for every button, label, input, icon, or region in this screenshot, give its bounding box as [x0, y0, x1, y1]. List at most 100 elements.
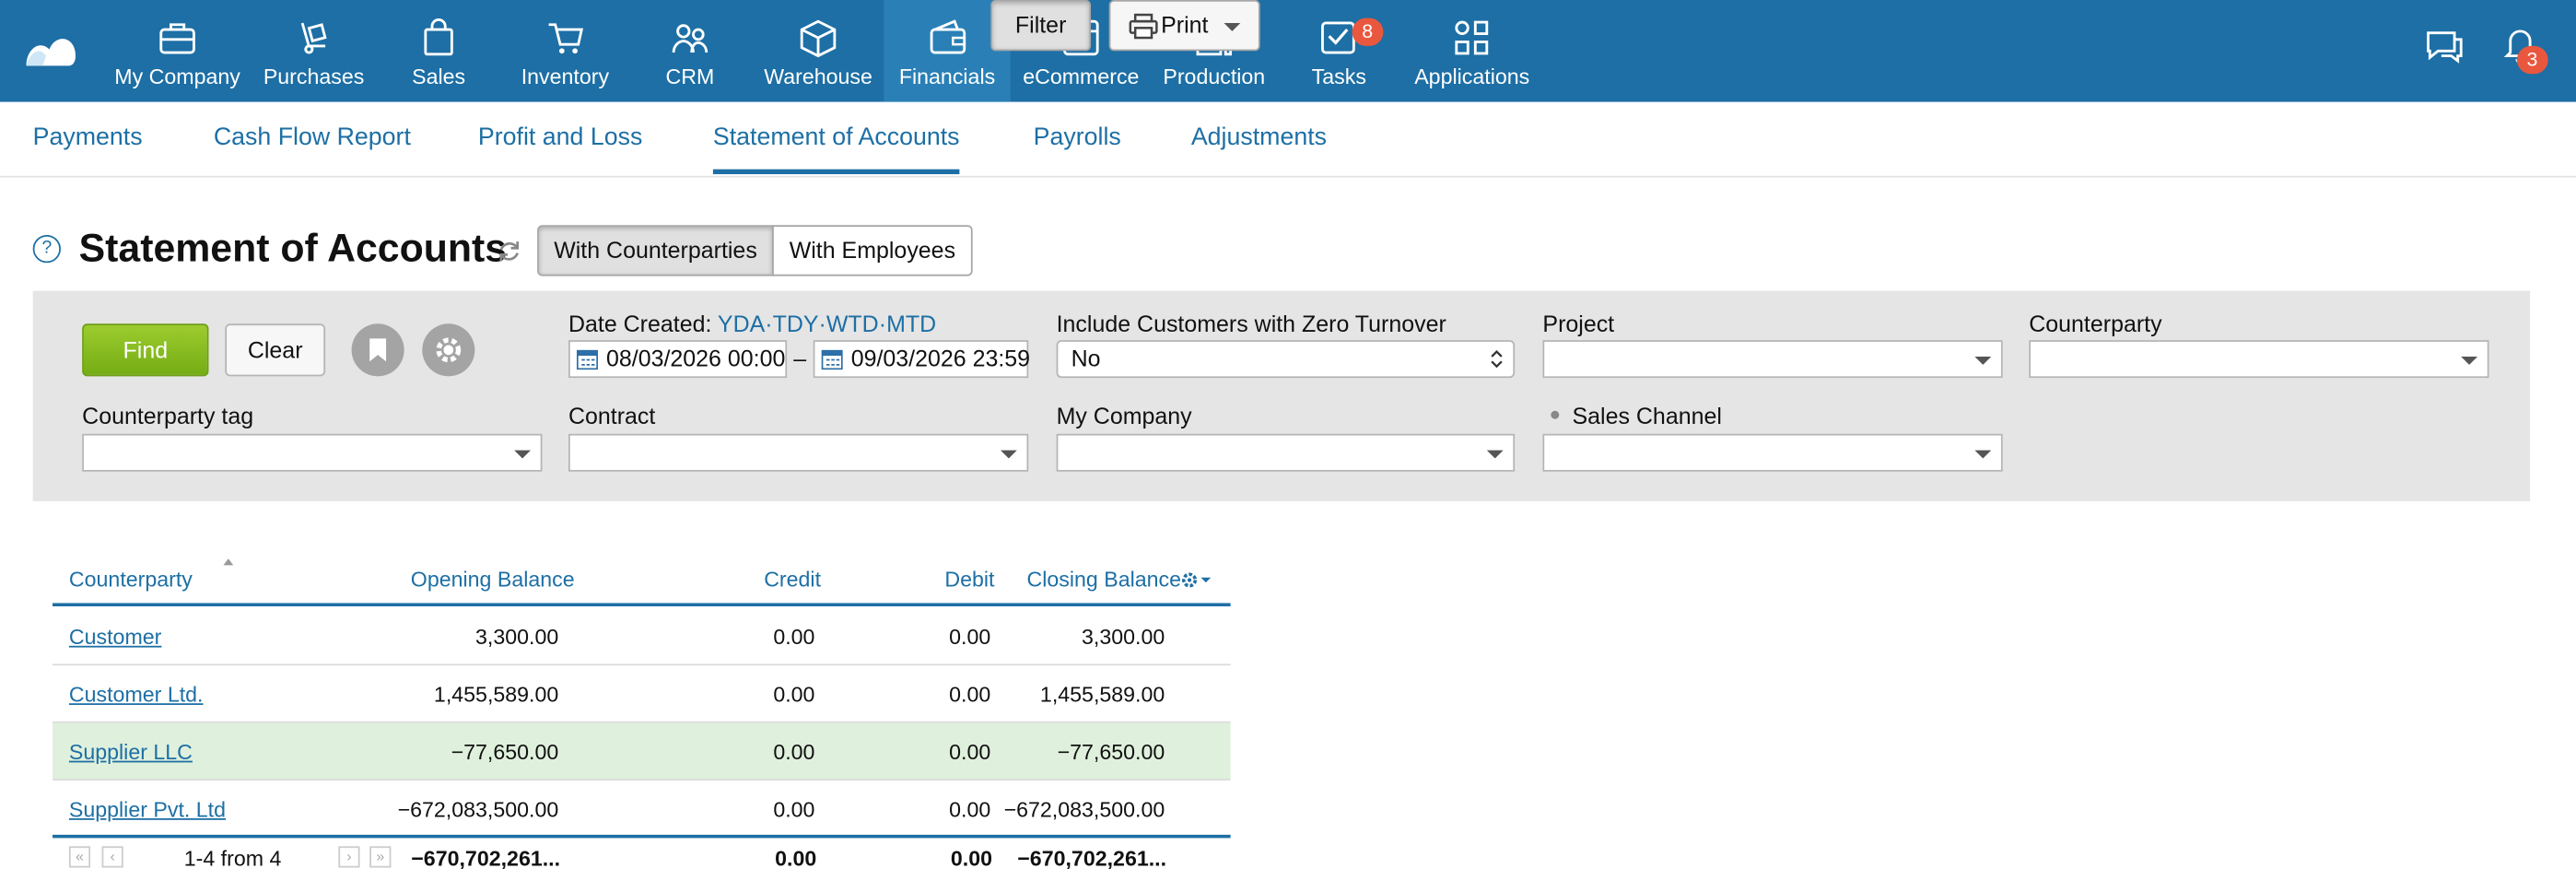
printer-icon — [1129, 13, 1158, 40]
nav-label: Financials — [898, 64, 996, 89]
project-select[interactable] — [1542, 340, 2003, 379]
first-page-icon[interactable]: « — [68, 846, 91, 868]
quick-wtd[interactable]: WTD — [826, 311, 879, 337]
filter-button[interactable]: Filter — [990, 0, 1092, 52]
opening-balance-cell: 3,300.00 — [475, 624, 559, 650]
table-row[interactable]: Customer Ltd. 1,455,589.00 0.00 0.00 1,455,5… — [53, 665, 1231, 723]
counterparty-label: Counterparty — [2029, 311, 2162, 337]
counterparty-link[interactable]: Supplier Pvt. Ltd — [69, 797, 226, 822]
nav-label: Warehouse — [764, 64, 872, 89]
quick-tdy[interactable]: TDY — [773, 311, 819, 337]
counterparty-link[interactable]: Supplier LLC — [69, 739, 193, 764]
with-employees-toggle[interactable]: With Employees — [772, 225, 973, 276]
logo-icon[interactable] — [23, 27, 79, 69]
chevron-down-icon — [1000, 450, 1017, 459]
nav-purchases[interactable]: Purchases — [253, 0, 375, 102]
date-from-value: 08/03/2026 00:00 — [606, 345, 786, 372]
print-label: Print — [1161, 11, 1209, 39]
opening-balance-cell: 1,455,589.00 — [433, 682, 559, 707]
table-row[interactable]: Supplier Pvt. Ltd −672,083,500.00 0.00 0.00… — [53, 780, 1231, 839]
bookmark-button[interactable] — [351, 323, 404, 377]
header-opening-balance[interactable]: Opening Balance — [411, 567, 575, 592]
hand-truck-icon — [300, 22, 327, 54]
closing-balance-cell: −77,650.00 — [1057, 739, 1165, 765]
help-icon[interactable]: ? — [32, 234, 61, 264]
tab-statement-of-accounts[interactable]: Statement of Accounts — [712, 123, 960, 175]
nav-my-company[interactable]: My Company — [102, 0, 253, 102]
table-header-divider — [53, 603, 1231, 607]
column-settings-icon[interactable] — [1181, 572, 1214, 589]
nav-label: Sales — [412, 64, 466, 89]
date-to-value: 09/03/2026 23:59 — [850, 345, 1031, 372]
counterparty-select[interactable] — [2029, 340, 2489, 379]
apps-icon — [1455, 20, 1489, 55]
top-navigation-bar: My Company Purchases Sales Inventory CRM… — [0, 0, 2576, 102]
counterparty-tag-select[interactable] — [82, 433, 543, 472]
last-page-icon[interactable]: » — [369, 846, 392, 868]
table-row[interactable]: Supplier LLC −77,650.00 0.00 0.00 −77,650.00 — [53, 722, 1231, 781]
notifications-button[interactable]: 3 — [2500, 23, 2549, 75]
briefcase-icon — [159, 23, 195, 54]
debit-cell: 0.00 — [949, 624, 991, 650]
header-counterparty[interactable]: Counterparty — [69, 567, 193, 592]
quick-mtd[interactable]: MTD — [886, 311, 936, 337]
chevron-down-icon — [1224, 22, 1241, 31]
total-opening-balance: −670,702,261... — [411, 846, 561, 872]
nav-tasks[interactable]: Tasks 8 — [1277, 0, 1402, 102]
tab-profit-and-loss[interactable]: Profit and Loss — [478, 123, 642, 151]
tab-payrolls[interactable]: Payrolls — [1034, 123, 1121, 151]
chat-icon[interactable] — [2421, 23, 2467, 69]
contract-select[interactable] — [568, 433, 1029, 472]
nav-label: Tasks — [1311, 64, 1366, 89]
chevron-down-icon — [514, 450, 531, 459]
closing-balance-cell: 1,455,589.00 — [1039, 682, 1165, 707]
prev-page-icon[interactable]: ‹ — [101, 846, 123, 868]
nav-warehouse[interactable]: Warehouse — [753, 0, 884, 102]
closing-balance-cell: 3,300.00 — [1082, 624, 1165, 650]
find-button[interactable]: Find — [82, 323, 209, 377]
total-closing-balance: −670,702,261... — [1017, 846, 1167, 872]
sort-asc-icon — [223, 558, 234, 566]
opening-balance-cell: −77,650.00 — [451, 739, 559, 765]
chevron-down-icon — [1974, 356, 1992, 365]
sales-channel-select[interactable] — [1542, 433, 2003, 472]
date-from-input[interactable]: 08/03/2026 00:00 — [568, 340, 788, 379]
date-created-text: Date Created: — [568, 311, 712, 337]
pagination-info: 1-4 from 4 — [183, 846, 282, 872]
settings-button[interactable] — [422, 323, 475, 377]
header-debit[interactable]: Debit — [944, 567, 994, 592]
zero-turnover-select[interactable]: No — [1056, 340, 1516, 379]
page-title: Statement of Accounts — [78, 227, 508, 272]
calendar-icon — [576, 349, 599, 370]
chevron-down-icon — [1974, 450, 1992, 459]
tab-cash-flow-report[interactable]: Cash Flow Report — [214, 123, 411, 151]
print-button[interactable]: Print — [1108, 0, 1260, 52]
total-credit: 0.00 — [775, 846, 817, 872]
box-icon — [800, 19, 837, 58]
header-credit[interactable]: Credit — [764, 567, 821, 592]
tab-payments[interactable]: Payments — [33, 123, 143, 151]
nav-label: My Company — [114, 64, 240, 89]
nav-crm[interactable]: CRM — [627, 0, 753, 102]
debit-cell: 0.00 — [949, 682, 991, 707]
header-closing-balance[interactable]: Closing Balance — [1027, 567, 1182, 592]
date-to-input[interactable]: 09/03/2026 23:59 — [813, 340, 1031, 379]
nav-applications[interactable]: Applications — [1401, 0, 1542, 102]
tab-adjustments[interactable]: Adjustments — [1191, 123, 1327, 151]
nav-inventory[interactable]: Inventory — [503, 0, 628, 102]
counterparty-link[interactable]: Customer Ltd. — [69, 682, 204, 707]
table-row[interactable]: Customer 3,300.00 0.00 0.00 3,300.00 — [53, 608, 1231, 666]
nav-sales[interactable]: Sales — [375, 0, 503, 102]
counterparty-link[interactable]: Customer — [69, 625, 162, 650]
next-page-icon[interactable]: › — [338, 846, 360, 868]
credit-cell: 0.00 — [773, 796, 815, 822]
with-counterparties-toggle[interactable]: With Counterparties — [537, 225, 774, 276]
refresh-icon[interactable] — [497, 239, 523, 265]
counterparty-tag-label: Counterparty tag — [82, 402, 254, 429]
notifications-badge: 3 — [2516, 45, 2548, 75]
quick-yda[interactable]: YDA — [718, 311, 765, 337]
nav-label: Applications — [1414, 64, 1530, 89]
bullet-icon — [1551, 410, 1560, 419]
my-company-select[interactable] — [1056, 433, 1516, 472]
clear-button[interactable]: Clear — [225, 323, 326, 377]
